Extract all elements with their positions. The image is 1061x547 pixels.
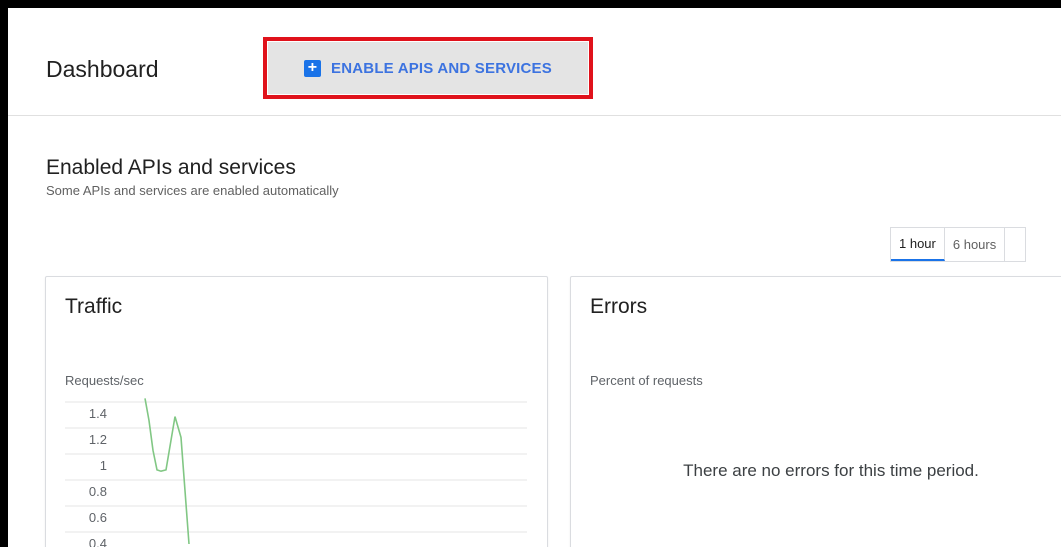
section-subtitle: Some APIs and services are enabled autom…	[46, 183, 339, 198]
traffic-card-title: Traffic	[65, 295, 123, 318]
dashboard-header: Dashboard + ENABLE APIS AND SERVICES	[8, 8, 1061, 116]
traffic-chart: 1.4 1.2 1 0.8 0.6 0.4	[65, 398, 527, 547]
tab-6-hours[interactable]: 6 hours	[944, 228, 1006, 261]
enable-apis-button[interactable]: + ENABLE APIS AND SERVICES	[268, 42, 588, 94]
time-range-selector: 1 hour 6 hours	[890, 227, 1027, 262]
tab-more[interactable]	[1005, 228, 1026, 261]
y-tick-label: 1.4	[89, 406, 107, 421]
errors-card-title: Errors	[590, 295, 648, 318]
traffic-card: Traffic Requests/sec 1.4 1.2 1 0.8 0.6 0.4	[45, 276, 548, 547]
traffic-metric-label: Requests/sec	[65, 373, 144, 388]
y-tick-label: 0.4	[89, 536, 107, 547]
y-tick-label: 0.8	[89, 484, 107, 499]
plus-box-icon: +	[304, 59, 322, 77]
y-tick-label: 0.6	[89, 510, 107, 525]
tab-1-hour[interactable]: 1 hour	[891, 228, 945, 261]
y-tick-label: 1	[100, 458, 107, 473]
enable-apis-label: ENABLE APIS AND SERVICES	[331, 59, 552, 77]
errors-metric-label: Percent of requests	[590, 373, 703, 388]
section-title: Enabled APIs and services	[46, 156, 296, 179]
page-title: Dashboard	[46, 56, 159, 82]
console-screen: Dashboard + ENABLE APIS AND SERVICES Ena…	[8, 8, 1061, 547]
traffic-series-line	[144, 398, 190, 545]
errors-card: Errors Percent of requests There are no …	[570, 276, 1061, 547]
y-tick-label: 1.2	[89, 432, 107, 447]
errors-empty-message: There are no errors for this time period…	[683, 461, 979, 480]
